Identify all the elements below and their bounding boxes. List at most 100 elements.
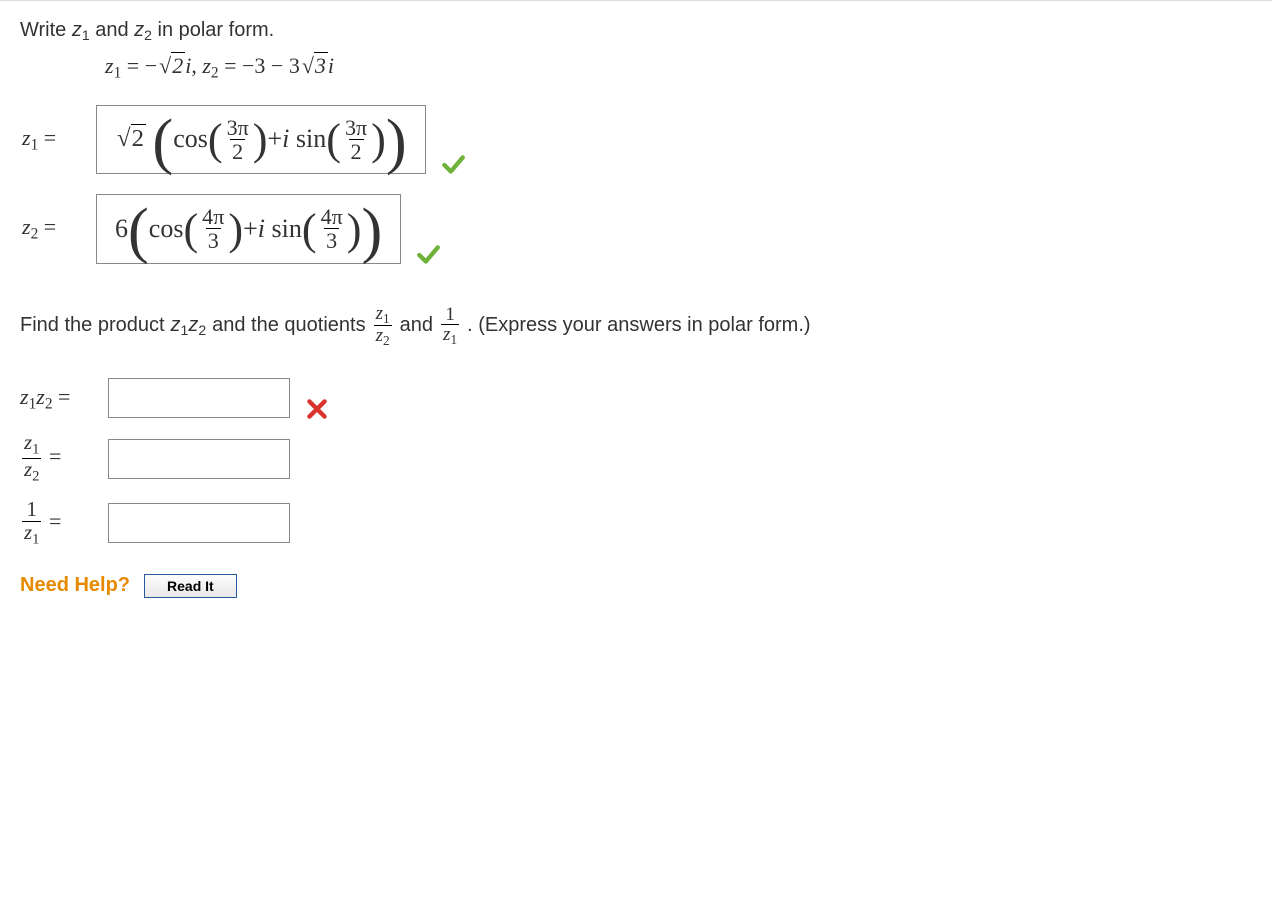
given-equations: z1 = −2i, z2 = −3 − 33i xyxy=(105,53,1252,83)
sin: sin xyxy=(296,126,326,152)
sub: 1 xyxy=(82,27,90,43)
sub: 1 xyxy=(32,531,39,547)
var-z1: z xyxy=(72,19,82,41)
sqrt-icon: 2 xyxy=(115,127,146,152)
eq: = xyxy=(49,508,61,533)
cross-icon xyxy=(304,396,330,422)
check-icon xyxy=(415,242,441,268)
den: 2 xyxy=(230,139,245,163)
plus: + xyxy=(243,216,258,242)
var: z xyxy=(202,53,211,78)
cos: cos xyxy=(149,216,184,242)
answer-row-z1z2: z1z2 = xyxy=(20,378,1252,418)
fraction: 4π 3 xyxy=(319,205,345,252)
fraction: 3π 2 xyxy=(343,116,369,163)
eq: = xyxy=(38,125,56,150)
fraction: 1 z1 xyxy=(22,499,41,548)
den: 2 xyxy=(349,139,364,163)
var: z xyxy=(24,520,32,544)
var: z xyxy=(22,125,31,150)
neg: − xyxy=(145,53,157,78)
i: i xyxy=(282,126,289,152)
text: Find the product xyxy=(20,314,165,337)
eq: = xyxy=(121,53,144,78)
den: 3 xyxy=(206,228,221,252)
sqrt-icon: 3 xyxy=(300,53,328,79)
text: in polar form. xyxy=(152,19,274,41)
eq: = xyxy=(53,384,71,409)
num: 1 xyxy=(25,499,39,521)
var: z xyxy=(376,303,383,324)
num: 1 xyxy=(443,305,457,325)
var: z xyxy=(171,314,181,336)
label-z2: z2 = xyxy=(22,214,82,244)
num: 4π xyxy=(200,205,226,228)
var: z xyxy=(188,314,198,336)
radicand: 2 xyxy=(131,124,146,152)
sub: 2 xyxy=(32,469,39,485)
sub: 1 xyxy=(383,311,390,326)
answer-input-z1z2[interactable] xyxy=(108,378,290,418)
sub: 1 xyxy=(32,442,39,458)
need-help-section: Need Help? Read It xyxy=(20,574,1252,598)
text: and xyxy=(400,314,433,337)
comma: , xyxy=(191,53,202,78)
prompt-polar-form: Write z1 and z2 in polar form. xyxy=(20,19,1252,43)
check-icon xyxy=(440,152,466,178)
den: 3 xyxy=(324,228,339,252)
var: z xyxy=(36,384,45,409)
fraction: z1 z2 xyxy=(22,432,41,484)
var: z xyxy=(22,214,31,239)
answer-row-z1-over-z2: z1 z2 = xyxy=(20,432,1252,484)
var: z xyxy=(20,384,29,409)
text: Write xyxy=(20,19,72,41)
sqrt-icon: 2 xyxy=(157,53,185,79)
cos: cos xyxy=(173,126,208,152)
num: 4π xyxy=(319,205,345,228)
sub: 2 xyxy=(198,322,206,338)
var: z xyxy=(376,325,383,346)
sub: 2 xyxy=(45,395,53,412)
sub: 1 xyxy=(450,332,457,347)
read-it-button[interactable]: Read It xyxy=(144,574,237,598)
i: i xyxy=(328,53,334,78)
eq: = xyxy=(49,444,61,469)
fraction-1-z1: 1 z1 xyxy=(441,305,459,348)
sub: 2 xyxy=(144,27,152,43)
var: z xyxy=(105,53,114,78)
text: . (Express your answers in polar form.) xyxy=(467,314,810,337)
sub: 2 xyxy=(383,333,390,348)
text: and xyxy=(90,19,134,41)
answer-box-z2[interactable]: 6 ( cos ( 4π 3 ) + i sin ( 4π 3 ) ) xyxy=(96,194,401,263)
answer-input-1-over-z1[interactable] xyxy=(108,503,290,543)
label-z1-over-z2: z1 z2 = xyxy=(20,432,94,484)
text: −3 − 3 xyxy=(242,53,300,78)
label-z1: z1 = xyxy=(22,125,82,155)
answer-box-z1[interactable]: 2 ( cos ( 3π 2 ) + i sin ( 3π 2 ) ) xyxy=(96,105,426,174)
prompt-product-quotients: Find the product z1z2 and the quotients … xyxy=(20,304,1252,349)
coef: 6 xyxy=(115,216,128,242)
radicand: 3 xyxy=(314,52,328,78)
label-z1z2: z1z2 = xyxy=(20,384,94,414)
num: 3π xyxy=(343,116,369,139)
num: 3π xyxy=(225,116,251,139)
sin: sin xyxy=(272,216,302,242)
eq: = xyxy=(219,53,242,78)
need-help-label: Need Help? xyxy=(20,574,130,597)
radicand: 2 xyxy=(171,52,185,78)
answer-input-z1-over-z2[interactable] xyxy=(108,439,290,479)
text: and the quotients xyxy=(212,314,365,337)
plus: + xyxy=(268,126,283,152)
var-z2: z xyxy=(134,19,144,41)
answer-row-1-over-z1: 1 z1 = xyxy=(20,499,1252,548)
answer-row-z2: z2 = 6 ( cos ( 4π 3 ) + i sin ( 4π 3 ) ) xyxy=(22,194,1252,263)
fraction: 3π 2 xyxy=(225,116,251,163)
var: z xyxy=(24,430,32,454)
eq: = xyxy=(38,214,56,239)
var: z xyxy=(24,457,32,481)
fraction: 4π 3 xyxy=(200,205,226,252)
i: i xyxy=(258,216,265,242)
label-1-over-z1: 1 z1 = xyxy=(20,499,94,548)
fraction-z1-z2: z1 z2 xyxy=(374,304,392,349)
sub: 2 xyxy=(211,65,219,82)
